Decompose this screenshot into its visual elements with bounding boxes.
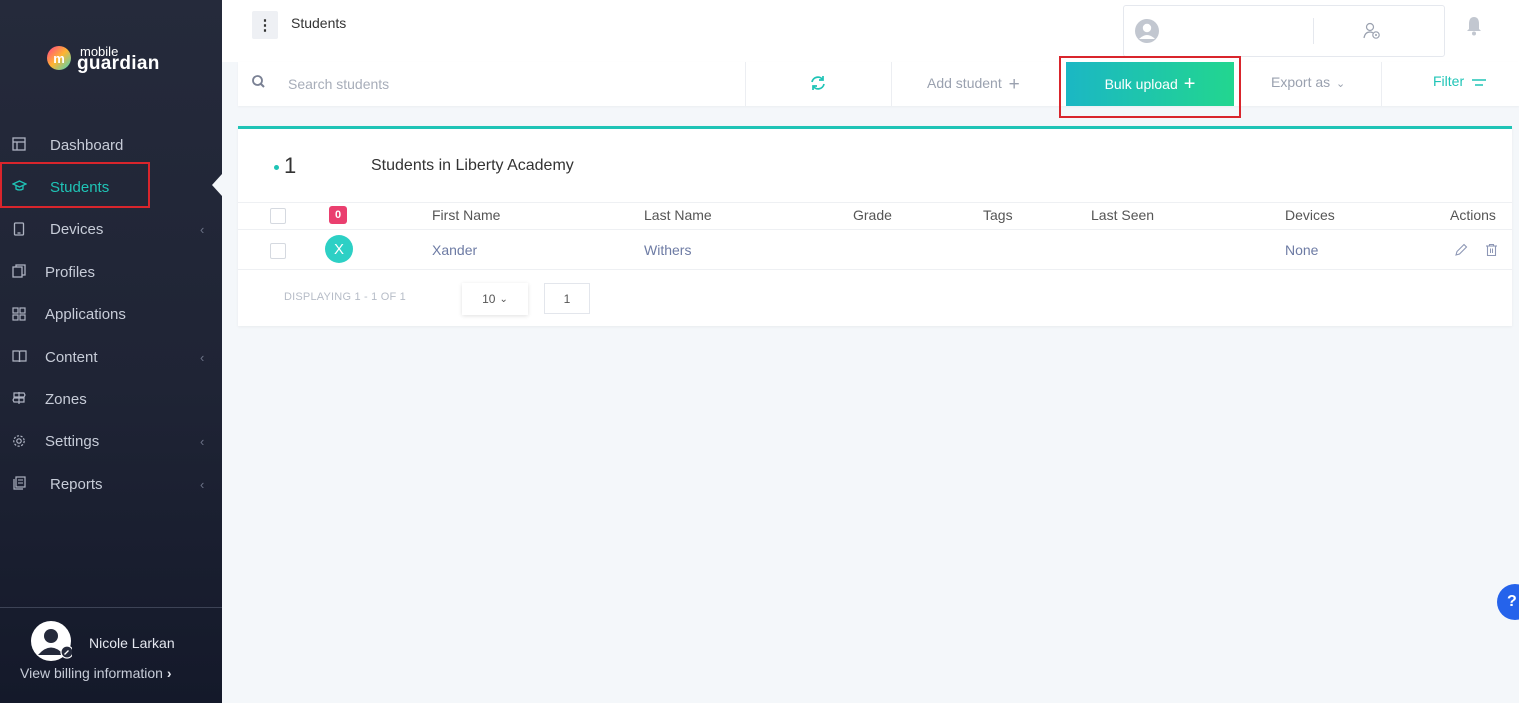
sidebar-item-dashboard[interactable]: Dashboard xyxy=(0,124,222,166)
column-header-last-name[interactable]: Last Name xyxy=(644,207,712,223)
sidebar-item-label: Zones xyxy=(45,391,87,409)
edit-icon[interactable] xyxy=(1454,243,1468,257)
chevron-left-icon: ‹ xyxy=(200,222,205,238)
column-header-devices[interactable]: Devices xyxy=(1285,207,1335,223)
logo-badge-icon: m xyxy=(47,46,71,70)
chevron-left-icon: ‹ xyxy=(200,476,205,492)
bulk-upload-highlight-box xyxy=(1059,56,1241,118)
sidebar-item-label: Dashboard xyxy=(50,136,124,154)
top-bar: ⋮ Students xyxy=(222,0,1519,62)
account-box[interactable] xyxy=(1123,5,1445,57)
sidebar-item-zones[interactable]: Zones xyxy=(0,378,222,420)
row-divider xyxy=(238,269,1512,270)
sidebar-item-devices[interactable]: Devices ‹ xyxy=(0,209,222,251)
signpost-icon xyxy=(11,390,27,406)
grid-icon xyxy=(11,306,27,322)
more-vertical-icon[interactable]: ⋮ xyxy=(252,11,278,39)
chevron-right-icon: › xyxy=(166,665,172,681)
chevron-down-icon: ⌄ xyxy=(1336,78,1346,90)
active-indicator xyxy=(212,174,222,196)
billing-link[interactable]: View billing information › xyxy=(20,665,172,681)
user-circle-icon[interactable] xyxy=(1134,18,1160,44)
sidebar-item-label: Reports xyxy=(50,475,103,493)
refresh-icon[interactable] xyxy=(808,73,828,93)
sidebar-item-label: Settings xyxy=(45,433,100,451)
cell-devices: None xyxy=(1285,242,1319,258)
column-header-grade[interactable]: Grade xyxy=(853,207,892,223)
selected-count-badge: 0 xyxy=(329,206,347,224)
chevron-left-icon: ‹ xyxy=(200,434,205,450)
plus-icon: + xyxy=(1008,74,1020,95)
dashboard-icon xyxy=(11,136,27,152)
filter-button[interactable]: Filter xyxy=(1433,73,1487,89)
row-divider xyxy=(238,229,1512,230)
page-button[interactable]: 1 xyxy=(544,283,590,314)
row-checkbox[interactable] xyxy=(270,243,286,259)
cell-last-name[interactable]: Withers xyxy=(644,242,691,258)
brand-line2: guardian xyxy=(77,53,160,74)
column-header-first-name[interactable]: First Name xyxy=(432,207,500,223)
chevron-left-icon: ‹ xyxy=(200,349,205,365)
students-highlight-box xyxy=(0,162,150,208)
column-header-last-seen[interactable]: Last Seen xyxy=(1091,207,1154,223)
export-dropdown[interactable]: Export as ⌄ xyxy=(1271,74,1345,90)
sidebar-item-label: Devices xyxy=(50,221,104,239)
select-all-checkbox[interactable] xyxy=(270,208,286,224)
sidebar-item-label: Content xyxy=(45,348,98,366)
avatar[interactable] xyxy=(30,620,72,662)
sidebar-item-reports[interactable]: Reports ‹ xyxy=(0,463,222,505)
card-title: Students in Liberty Academy xyxy=(371,157,574,174)
chevron-down-icon: ⌄ xyxy=(499,293,508,305)
report-icon xyxy=(11,475,27,491)
column-header-tags[interactable]: Tags xyxy=(983,207,1013,223)
student-count: 1 xyxy=(284,153,297,178)
trash-icon[interactable] xyxy=(1485,243,1498,257)
add-student-button[interactable]: Add student + xyxy=(927,74,1020,96)
brand-logo[interactable]: m mobile guardian xyxy=(47,45,160,74)
user-name: Nicole Larkan xyxy=(89,635,175,651)
user-settings-icon[interactable] xyxy=(1362,21,1382,41)
toolbar-divider xyxy=(745,62,746,106)
sidebar-item-label: Applications xyxy=(45,306,126,324)
search-input[interactable] xyxy=(286,72,730,96)
sidebar-item-settings[interactable]: Settings ‹ xyxy=(0,421,222,463)
students-card: 1 Students in Liberty Academy 0 First Na… xyxy=(238,126,1512,326)
page-size-select[interactable]: 10 ⌄ xyxy=(462,283,528,315)
sidebar: m mobile guardian Dashboard Students Dev… xyxy=(0,0,222,703)
cell-first-name[interactable]: Xander xyxy=(432,242,477,258)
sidebar-item-applications[interactable]: Applications xyxy=(0,294,222,336)
pagination-summary: DISPLAYING 1 - 1 OF 1 xyxy=(284,291,406,303)
account-divider xyxy=(1313,18,1314,44)
row-divider xyxy=(238,202,1512,203)
filter-icon xyxy=(1472,79,1487,86)
book-icon xyxy=(11,348,27,364)
toolbar-divider xyxy=(891,62,892,106)
page-title: Students xyxy=(291,15,347,31)
search-icon xyxy=(252,75,265,88)
toolbar: Add student + Bulk upload + Export as ⌄ … xyxy=(238,62,1519,106)
student-avatar: X xyxy=(325,235,353,263)
sidebar-item-label: Profiles xyxy=(45,263,96,281)
bell-icon[interactable] xyxy=(1466,16,1482,36)
help-icon[interactable]: ? xyxy=(1497,584,1519,620)
toolbar-divider xyxy=(1381,62,1382,106)
count-dot xyxy=(274,165,279,170)
sidebar-item-content[interactable]: Content ‹ xyxy=(0,336,222,378)
sidebar-divider xyxy=(0,607,222,608)
tablet-icon xyxy=(11,221,27,237)
sidebar-item-profiles[interactable]: Profiles xyxy=(0,251,222,293)
profiles-icon xyxy=(11,263,27,279)
column-header-actions: Actions xyxy=(1450,207,1496,223)
gear-icon xyxy=(11,433,27,449)
